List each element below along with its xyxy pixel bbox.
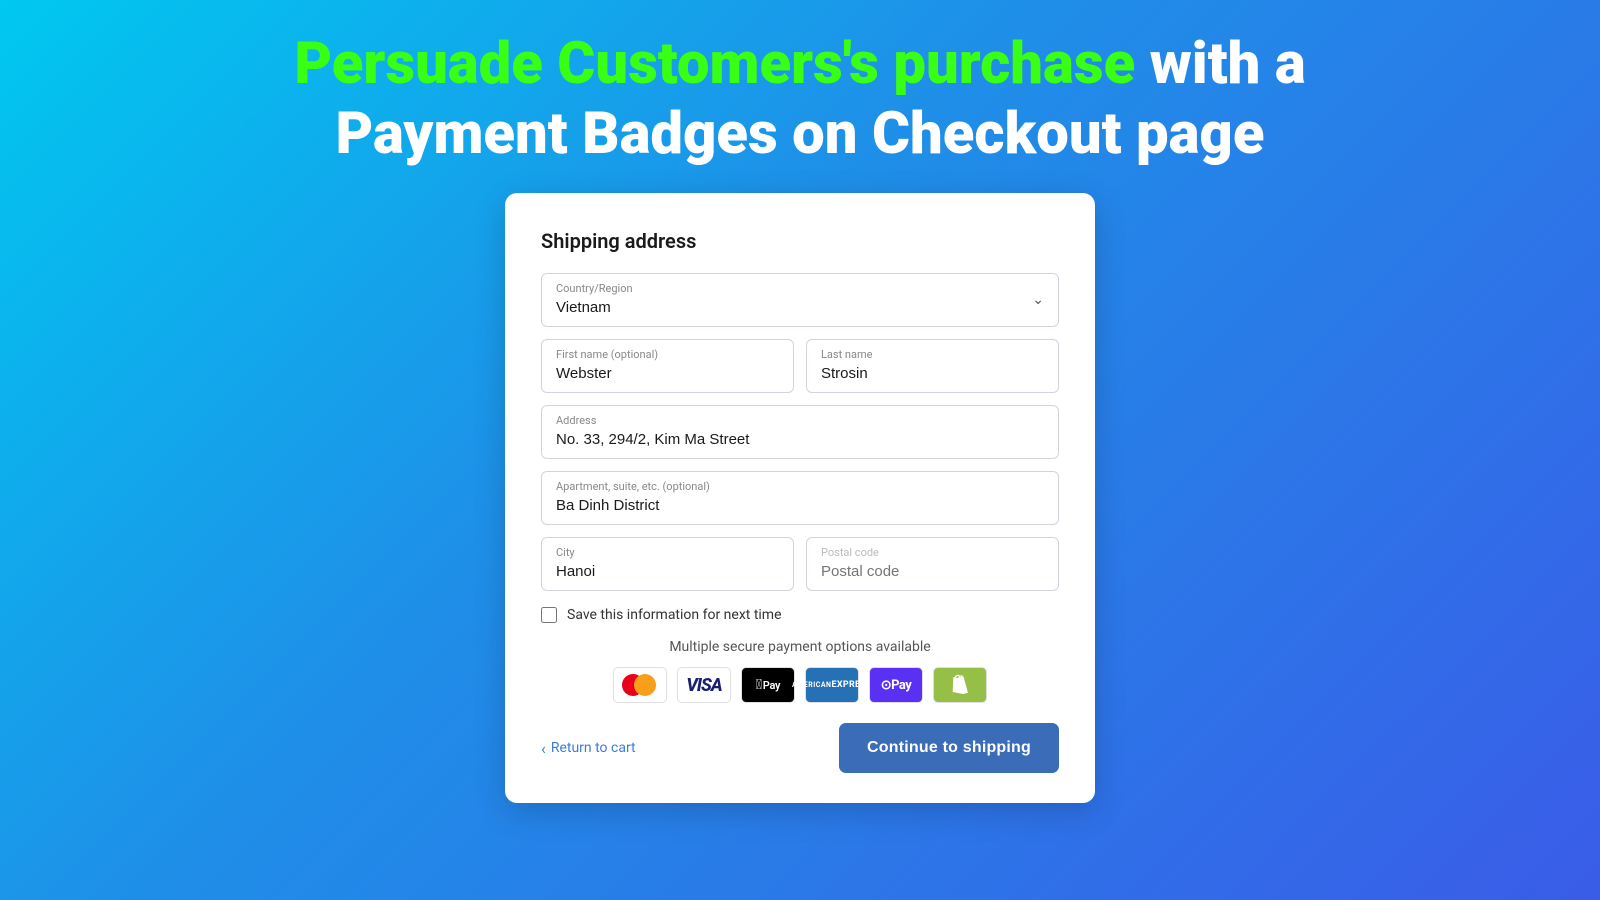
country-select[interactable]: Vietnam United States United Kingdom — [556, 299, 1018, 316]
shopify-badge — [933, 667, 987, 703]
city-wrapper: City — [541, 537, 794, 591]
amex-badge: AMERICAN EXPRESS — [805, 667, 859, 703]
visa-text: VISA — [686, 675, 721, 696]
name-row: First name (optional) Last name — [541, 339, 1059, 393]
apartment-input[interactable] — [556, 497, 1044, 514]
footer-row: ‹ Return to cart Continue to shipping — [541, 723, 1059, 773]
chevron-left-icon: ‹ — [541, 739, 546, 758]
last-name-wrapper: Last name — [806, 339, 1059, 393]
applepay-text: Pay — [763, 679, 780, 692]
mc-orange-circle — [634, 674, 656, 696]
mastercard-circles — [622, 674, 658, 696]
section-title: Shipping address — [541, 229, 1059, 253]
save-info-label[interactable]: Save this information for next time — [567, 607, 782, 623]
return-to-cart-link[interactable]: ‹ Return to cart — [541, 739, 636, 758]
applepay-badge:  Pay — [741, 667, 795, 703]
checkout-card: Shipping address Country/Region Vietnam … — [505, 193, 1095, 803]
apartment-wrapper: Apartment, suite, etc. (optional) — [541, 471, 1059, 525]
last-name-group: Last name — [806, 339, 1059, 393]
first-name-input[interactable] — [556, 365, 779, 382]
first-name-wrapper: First name (optional) — [541, 339, 794, 393]
last-name-label: Last name — [821, 348, 1044, 361]
headline-line2: Payment Badges on Checkout page — [294, 100, 1305, 170]
address-input[interactable] — [556, 431, 1044, 448]
headline-white-inline: with a — [1135, 30, 1305, 98]
page-headline: Persuade Customers's purchase with a Pay… — [294, 30, 1305, 169]
city-label: City — [556, 546, 779, 559]
address-group: Address — [541, 405, 1059, 459]
apartment-group: Apartment, suite, etc. (optional) — [541, 471, 1059, 525]
amex-line1: AMERICAN — [792, 681, 832, 689]
postal-group: Postal code — [806, 537, 1059, 591]
continue-to-shipping-button[interactable]: Continue to shipping — [839, 723, 1059, 773]
country-select-wrapper[interactable]: Country/Region Vietnam United States Uni… — [541, 273, 1059, 327]
save-info-checkbox[interactable] — [541, 607, 557, 623]
apple-logo-icon:  — [756, 677, 762, 693]
return-to-cart-label: Return to cart — [551, 740, 636, 756]
payment-label: Multiple secure payment options availabl… — [541, 639, 1059, 655]
country-label: Country/Region — [556, 282, 1018, 295]
opay-text: ⊙Pay — [881, 678, 912, 693]
address-wrapper: Address — [541, 405, 1059, 459]
first-name-label: First name (optional) — [556, 348, 779, 361]
visa-badge: VISA — [677, 667, 731, 703]
postal-wrapper: Postal code — [806, 537, 1059, 591]
apartment-label: Apartment, suite, etc. (optional) — [556, 480, 1044, 493]
save-info-row: Save this information for next time — [541, 607, 1059, 623]
first-name-group: First name (optional) — [541, 339, 794, 393]
city-input[interactable] — [556, 563, 779, 580]
amex-line2: EXPRESS — [831, 680, 872, 690]
opay-badge: ⊙Pay — [869, 667, 923, 703]
shopify-icon — [948, 673, 972, 697]
postal-input[interactable] — [821, 563, 1044, 580]
country-group: Country/Region Vietnam United States Uni… — [541, 273, 1059, 327]
city-postal-row: City Postal code — [541, 537, 1059, 591]
address-label: Address — [556, 414, 1044, 427]
payment-badges-row: VISA  Pay AMERICAN EXPRESS ⊙Pay — [541, 667, 1059, 703]
postal-label: Postal code — [821, 546, 1044, 559]
last-name-input[interactable] — [821, 365, 1044, 382]
city-group: City — [541, 537, 794, 591]
chevron-down-icon: ⌄ — [1032, 292, 1044, 308]
mastercard-badge — [613, 667, 667, 703]
headline-green: Persuade Customers's purchase — [294, 30, 1135, 98]
payment-section: Multiple secure payment options availabl… — [541, 639, 1059, 703]
